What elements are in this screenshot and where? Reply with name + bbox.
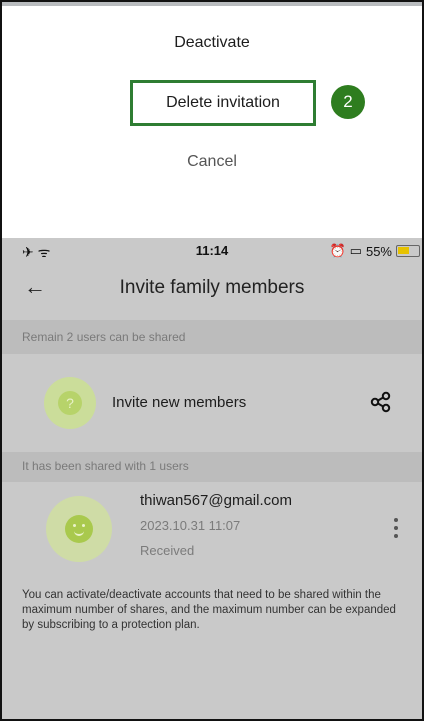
- status-bar: ✈ ᯤ 11:14 ⏰ ▭ 55%: [2, 238, 422, 264]
- member-email: thiwan567@gmail.com: [140, 492, 292, 509]
- member-avatar: [46, 496, 112, 562]
- step-badge: 2: [331, 85, 365, 119]
- shared-label: It has been shared with 1 users: [22, 459, 189, 473]
- delete-invitation-button[interactable]: Delete invitation: [130, 80, 316, 126]
- invite-family-screen: ✈ ᯤ 11:14 ⏰ ▭ 55% ← Invite family member…: [2, 238, 422, 719]
- remaining-label: Remain 2 users can be shared: [22, 330, 186, 344]
- sheet-divider: [2, 2, 422, 6]
- battery-icon: [396, 245, 420, 257]
- member-status: Received: [140, 543, 195, 558]
- status-right: ⏰ ▭ 55%: [329, 243, 392, 259]
- member-date: 2023.10.31 11:07: [140, 518, 241, 533]
- more-options-icon[interactable]: [394, 518, 400, 538]
- screen-mirror-icon: ▭: [349, 243, 362, 258]
- question-icon: ?: [58, 391, 82, 415]
- action-sheet: Deactivate Delete invitation 2 Cancel: [2, 2, 422, 238]
- smiley-icon: [65, 515, 93, 543]
- screenshot-frame: Deactivate Delete invitation 2 Cancel ✈ …: [0, 0, 424, 721]
- invite-avatar: ?: [44, 377, 96, 429]
- member-row[interactable]: thiwan567@gmail.com 2023.10.31 11:07 Rec…: [2, 476, 422, 576]
- deactivate-button[interactable]: Deactivate: [2, 34, 422, 52]
- cancel-button[interactable]: Cancel: [2, 153, 422, 171]
- footer-note: You can activate/deactivate accounts tha…: [22, 589, 396, 631]
- page-title: Invite family members: [119, 277, 305, 298]
- battery-percent: 55%: [365, 243, 392, 259]
- share-icon[interactable]: [370, 391, 392, 413]
- alarm-icon: ⏰: [329, 243, 346, 258]
- invite-label: Invite new members: [112, 394, 247, 411]
- header: ← Invite family members: [2, 266, 422, 310]
- invite-new-members-row[interactable]: ? Invite new members: [2, 363, 422, 443]
